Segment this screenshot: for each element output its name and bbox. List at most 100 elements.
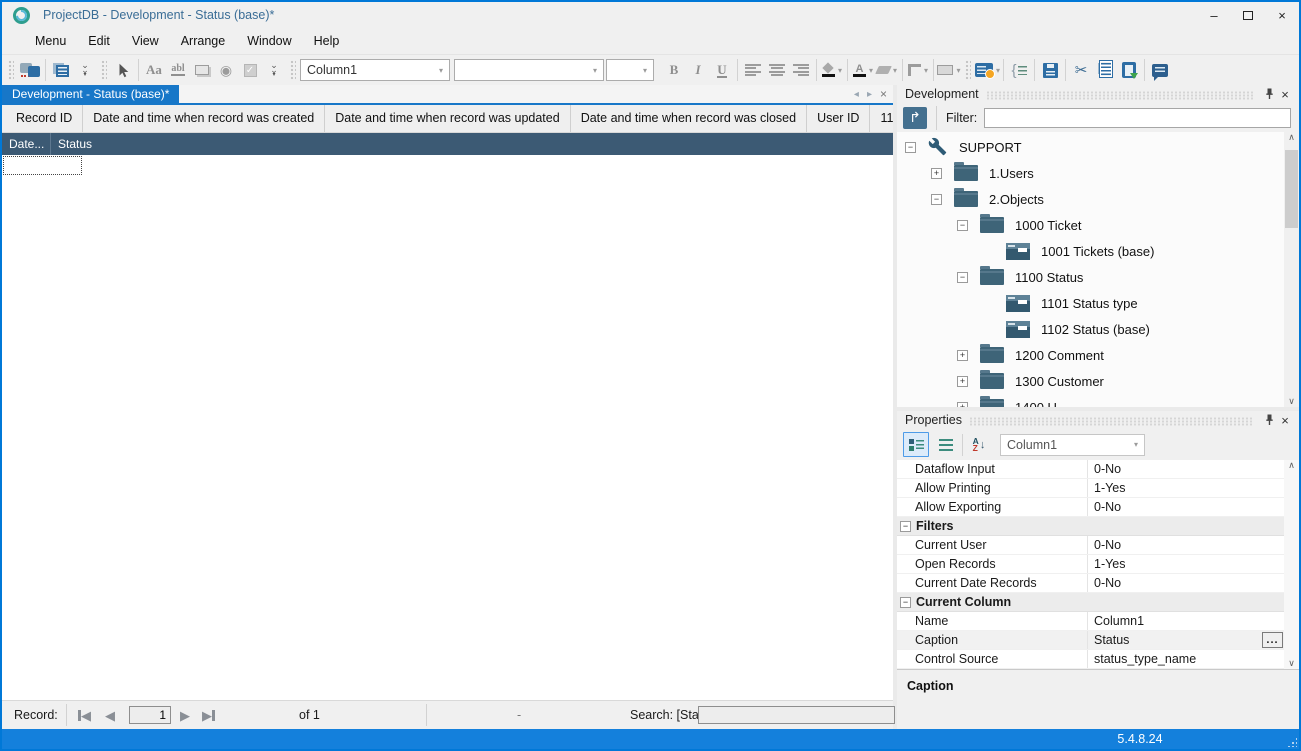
property-row-current-date-records[interactable]: Current Date Records0-No: [897, 574, 1284, 593]
copy-button[interactable]: [1093, 58, 1117, 82]
previous-record-button[interactable]: ◀: [105, 701, 115, 729]
grid-column-date[interactable]: Date...: [2, 133, 51, 155]
record-number-input[interactable]: [129, 706, 171, 724]
align-left-button[interactable]: [741, 58, 765, 82]
close-button[interactable]: ×: [1265, 2, 1299, 28]
categorized-view-button[interactable]: [903, 432, 929, 457]
minimize-button[interactable]: –: [1197, 2, 1231, 28]
menu-item-view[interactable]: View: [121, 30, 170, 52]
field-button-date-and-time-when-record-was-closed[interactable]: Date and time when record was closed: [571, 105, 807, 132]
property-row-open-records[interactable]: Open Records1-Yes: [897, 555, 1284, 574]
property-row-allow-printing[interactable]: Allow Printing1-Yes: [897, 479, 1284, 498]
comment-button[interactable]: [1148, 58, 1172, 82]
toolbar-grip[interactable]: [8, 60, 14, 80]
toolbar-grip[interactable]: [290, 60, 296, 80]
menu-item-arrange[interactable]: Arrange: [170, 30, 236, 52]
expand-icon[interactable]: +: [957, 350, 968, 361]
tree-item-1102-status-base[interactable]: 1102 Status (base): [897, 316, 1284, 342]
font-color-button[interactable]: A▾: [851, 58, 875, 82]
toolbar-overflow-button[interactable]: ⌄⌄▾: [73, 58, 97, 82]
save-button[interactable]: [1038, 58, 1062, 82]
expand-icon[interactable]: +: [957, 402, 968, 408]
goto-object-button[interactable]: ↱: [903, 107, 927, 129]
property-row-allow-exporting[interactable]: Allow Exporting0-No: [897, 498, 1284, 517]
tree-item-1001-tickets-base[interactable]: 1001 Tickets (base): [897, 238, 1284, 264]
font-size-combobox[interactable]: ▾: [606, 59, 654, 81]
collapse-icon[interactable]: −: [900, 521, 911, 532]
list-view-button[interactable]: [933, 432, 959, 457]
properties-scrollbar[interactable]: ∧ ∨: [1284, 460, 1299, 669]
property-row-caption[interactable]: CaptionStatus...: [897, 631, 1284, 650]
close-panel-icon[interactable]: ×: [1277, 87, 1293, 102]
underline-button[interactable]: U: [710, 58, 734, 82]
property-row-control-source[interactable]: Control Sourcestatus_type_name: [897, 650, 1284, 669]
search-input[interactable]: [698, 706, 895, 724]
field-button-date-and-time-when-record-was-updated[interactable]: Date and time when record was updated: [325, 105, 570, 132]
tree-item-1400-u[interactable]: +1400 U: [897, 394, 1284, 407]
label-tool-button[interactable]: Aa: [142, 58, 166, 82]
pin-icon[interactable]: [1261, 88, 1277, 100]
form-wizard-button[interactable]: [18, 58, 42, 82]
align-right-button[interactable]: [789, 58, 813, 82]
tools-overflow-button[interactable]: ⌄⌄▾: [262, 58, 286, 82]
scroll-up-icon[interactable]: ∧: [1288, 460, 1295, 471]
tree-scrollbar[interactable]: ∧ ∨: [1284, 132, 1299, 407]
ellipsis-button[interactable]: ...: [1262, 632, 1283, 648]
collapse-icon[interactable]: −: [905, 142, 916, 153]
filter-input[interactable]: [984, 108, 1291, 128]
menu-item-edit[interactable]: Edit: [77, 30, 121, 52]
select-tool-button[interactable]: [111, 58, 135, 82]
tab-scroll-right-icon[interactable]: ▸: [867, 89, 872, 100]
textbox-tool-button[interactable]: abl: [166, 58, 190, 82]
tree-item-support[interactable]: −SUPPORT: [897, 134, 1284, 160]
maximize-button[interactable]: [1231, 2, 1265, 28]
tab-close-icon[interactable]: ×: [880, 87, 887, 101]
expand-icon[interactable]: +: [931, 168, 942, 179]
index-list-button[interactable]: {: [1007, 58, 1031, 82]
field-button-date-and-time-when-record-was-created[interactable]: Date and time when record was created: [83, 105, 325, 132]
field-button-record-id[interactable]: Record ID: [6, 105, 83, 132]
resize-grip-icon[interactable]: [1287, 737, 1297, 747]
property-row-current-user[interactable]: Current User0-No: [897, 536, 1284, 555]
collapse-icon[interactable]: −: [957, 220, 968, 231]
tab-scroll-left-icon[interactable]: ◂: [854, 89, 859, 100]
menu-item-help[interactable]: Help: [303, 30, 351, 52]
radio-tool-button[interactable]: ◉: [214, 58, 238, 82]
toolbar-grip[interactable]: [101, 60, 107, 80]
button-tool-button[interactable]: [190, 58, 214, 82]
tree-item-1100-status[interactable]: −1100 Status: [897, 264, 1284, 290]
tree-item-1101-status-type[interactable]: 1101 Status type: [897, 290, 1284, 316]
tree-item-2-objects[interactable]: −2.Objects: [897, 186, 1284, 212]
italic-button[interactable]: I: [686, 58, 710, 82]
focused-cell[interactable]: [3, 156, 82, 175]
tree-item-1000-ticket[interactable]: −1000 Ticket: [897, 212, 1284, 238]
collapse-icon[interactable]: −: [900, 597, 911, 608]
font-combobox[interactable]: ▾: [454, 59, 604, 81]
tab-development-status[interactable]: Development - Status (base)*: [2, 85, 179, 103]
properties-column-combobox[interactable]: Column1▾: [1000, 434, 1145, 456]
last-record-button[interactable]: ▶: [202, 701, 215, 729]
close-panel-icon[interactable]: ×: [1277, 413, 1293, 428]
sort-alphabetical-button[interactable]: AZ↓: [966, 432, 992, 457]
tree-item-1-users[interactable]: +1.Users: [897, 160, 1284, 186]
property-row-name[interactable]: NameColumn1: [897, 612, 1284, 631]
fill-color-button[interactable]: ▾: [820, 58, 844, 82]
grid-body[interactable]: [2, 155, 893, 700]
grid-column-status[interactable]: Status: [51, 133, 92, 155]
data-view-button[interactable]: [49, 58, 73, 82]
field-button-user-id[interactable]: User ID: [807, 105, 870, 132]
toolbar-grip[interactable]: [965, 60, 971, 80]
next-record-button[interactable]: ▶: [180, 701, 190, 729]
tree-item-1200-comment[interactable]: +1200 Comment: [897, 342, 1284, 368]
cut-button[interactable]: ✂: [1069, 58, 1093, 82]
align-center-button[interactable]: [765, 58, 789, 82]
form-properties-button[interactable]: ▾: [975, 58, 1000, 82]
menu-item-window[interactable]: Window: [236, 30, 302, 52]
scroll-down-icon[interactable]: ∨: [1288, 396, 1295, 407]
highlight-button[interactable]: ▾: [875, 58, 899, 82]
scrollbar-thumb[interactable]: [1285, 150, 1298, 228]
shape-button[interactable]: ▾: [937, 58, 961, 82]
bold-button[interactable]: B: [662, 58, 686, 82]
paste-button[interactable]: [1117, 58, 1141, 82]
scroll-up-icon[interactable]: ∧: [1288, 132, 1295, 143]
